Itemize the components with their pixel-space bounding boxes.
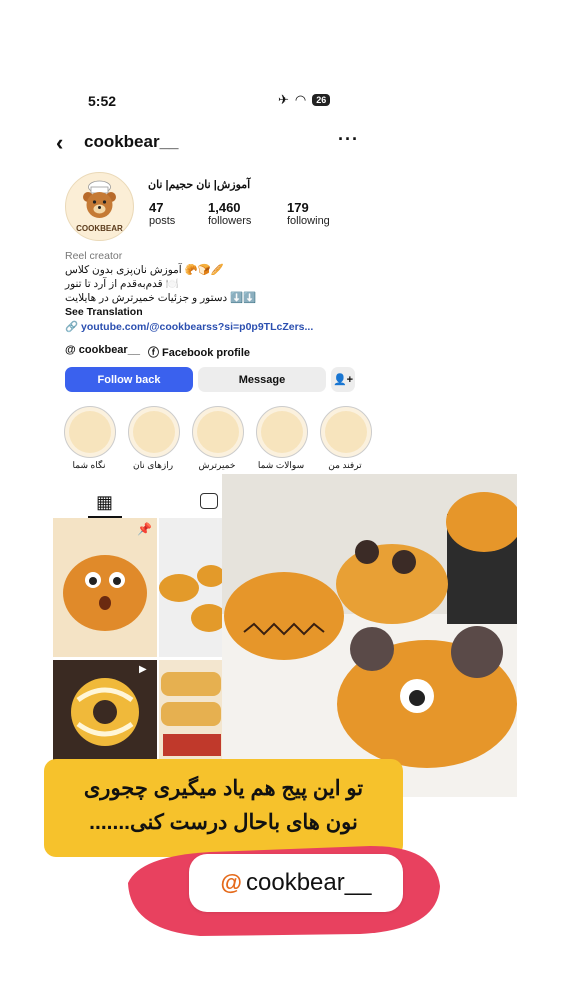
highlight-circle[interactable] [64, 406, 116, 458]
stat-posts[interactable]: 47 posts [149, 200, 175, 227]
threads-icon: @ [65, 344, 79, 356]
highlight-label: سوالات شما [257, 460, 305, 470]
highlight-label: خمیرترش [198, 460, 236, 470]
highlight-cover [69, 411, 111, 453]
highlight-circle[interactable] [192, 406, 244, 458]
wifi-icon: ◠ [294, 92, 307, 107]
stat-posts-count: 47 [149, 200, 164, 215]
highlight-cover [197, 411, 239, 453]
stat-followers-count: 1,460 [208, 200, 241, 215]
post-thumbnail[interactable]: 📌 [53, 518, 157, 657]
bread-loaf-image [161, 672, 221, 756]
highlight-circle[interactable] [128, 406, 180, 458]
profile-links-row: @ cookbear__ ⓕ Facebook profile [65, 344, 250, 360]
post-thumbnail[interactable]: ▶ [53, 660, 157, 760]
more-options-icon[interactable]: ··· [338, 129, 359, 150]
highlight-label: رازهای نان [132, 460, 174, 470]
back-icon[interactable]: ‹ [56, 130, 63, 156]
facebook-link[interactable]: ⓕ Facebook profile [148, 344, 250, 360]
stat-followers[interactable]: 1,460 followers [208, 200, 251, 227]
bio-line: 🍽️ قدم‌به‌قدم از آرد تا تنور [65, 278, 179, 290]
page-title: cookbear__ [84, 132, 179, 151]
bio-link[interactable]: 🔗 youtube.com/@cookbearss?si=p0p9TLcZers… [65, 320, 313, 334]
grid-tab-icon[interactable]: ▦ [96, 492, 113, 513]
avatar-brand-text: COOKBEAR [76, 224, 123, 233]
bio-line: 🥖🍞🥐 آموزش نان‌پزی بدون کلاس [65, 264, 224, 276]
message-button[interactable]: Message [198, 367, 326, 392]
link-icon: 🔗 [65, 321, 81, 333]
add-user-icon: 👤+ [332, 374, 354, 386]
threads-link[interactable]: @ cookbear__ [65, 344, 140, 360]
bio-link-text: youtube.com/@cookbearss?si=p0p9TLcZers..… [81, 321, 314, 333]
stat-following-label: following [287, 215, 330, 227]
handle-sticker[interactable]: @ cookbear__ [189, 854, 403, 912]
bio-category: Reel creator [65, 250, 123, 262]
see-translation-link[interactable]: See Translation [65, 305, 143, 319]
bread-face-image [63, 555, 147, 631]
airplane-icon: ✈ [278, 92, 289, 107]
avatar[interactable]: COOKBEAR [65, 172, 134, 241]
highlight-label: نگاه شما [72, 460, 106, 470]
highlight-circle[interactable] [256, 406, 308, 458]
pumpkin-bear-breads-image [222, 474, 517, 797]
facebook-link-label: Facebook profile [162, 347, 251, 359]
reels-tab-icon[interactable] [200, 493, 218, 509]
highlight-cover [325, 411, 367, 453]
status-icons: ✈ ◠ 26 [278, 92, 331, 108]
reel-icon: ▶ [139, 664, 147, 675]
stat-following[interactable]: 179 following [287, 200, 330, 227]
highlight-cover [261, 411, 303, 453]
pin-icon: 📌 [137, 522, 152, 536]
post-thumbnail[interactable] [159, 518, 223, 657]
stat-followers-label: followers [208, 215, 252, 227]
threads-icon: @ [220, 870, 242, 895]
handle-text: cookbear__ [246, 869, 372, 896]
stat-following-count: 179 [287, 200, 309, 215]
battery-icon: 26 [312, 94, 331, 106]
threads-link-label: cookbear__ [78, 344, 140, 356]
highlight-circle[interactable] [320, 406, 372, 458]
braided-bread-image [71, 678, 139, 746]
caption-line: نون های باحال درست کنی....... [89, 811, 358, 834]
stat-posts-label: posts [149, 215, 176, 227]
caption-line: تو این پیج هم یاد میگیری چجوری [83, 777, 364, 800]
add-user-button[interactable]: 👤+ [331, 367, 355, 392]
highlight-cover [133, 411, 175, 453]
follow-back-button[interactable]: Follow back [65, 367, 193, 392]
bio-line: ⬇️⬇️ دستور و جزئیات خمیرترش در هایلایت [65, 292, 257, 304]
featured-photo [222, 474, 517, 797]
facebook-icon: ⓕ [147, 347, 163, 359]
profile-name: آموزش| نان حجیم| نان [148, 179, 251, 191]
pumpkin-bread-image [159, 565, 223, 632]
post-thumbnail[interactable] [159, 660, 223, 760]
status-time: 5:52 [88, 93, 117, 109]
highlight-label: ترفند من [328, 460, 362, 470]
